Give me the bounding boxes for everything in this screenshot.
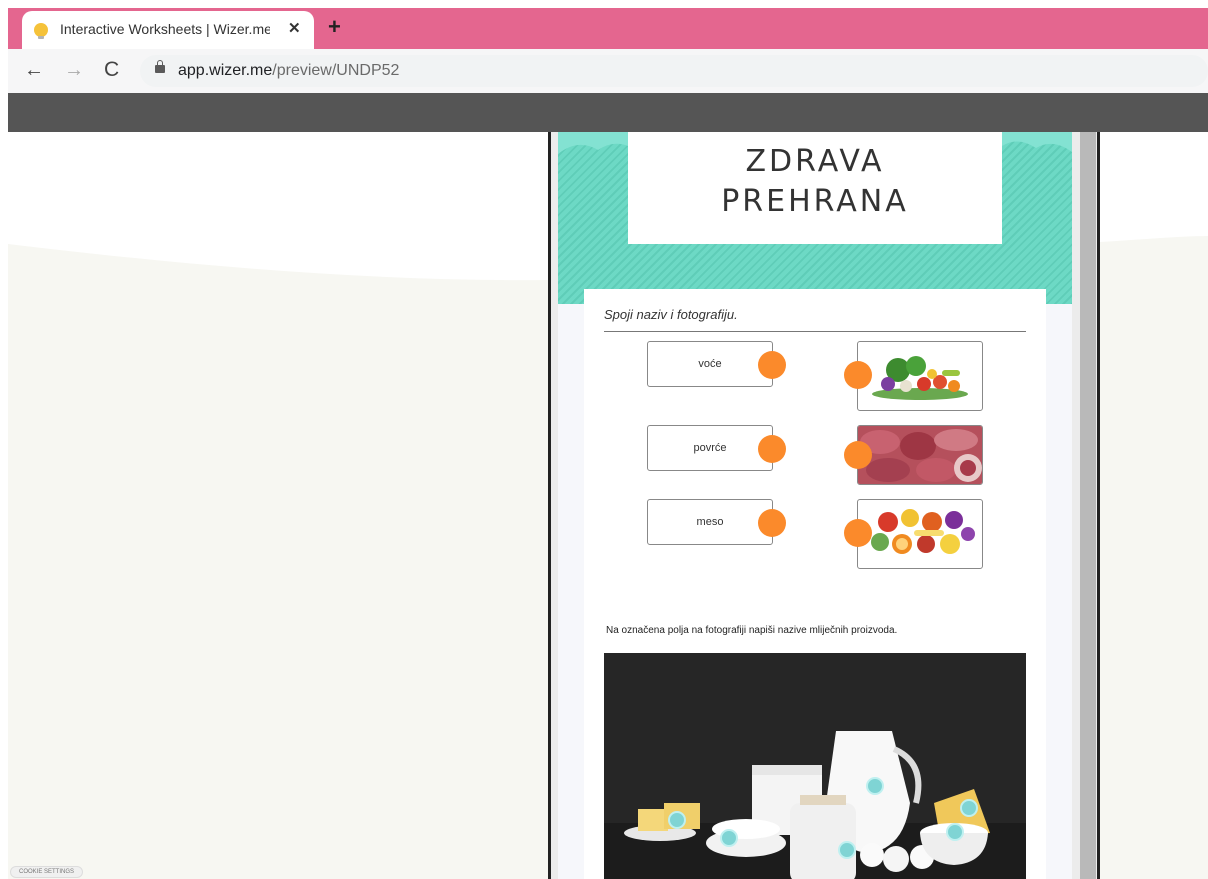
forward-arrow-icon[interactable]: → (64, 59, 84, 81)
fruit-icon (871, 509, 975, 554)
match-word-povrce[interactable]: povrće (647, 425, 773, 471)
meat-icon (858, 426, 982, 484)
label-hotspot[interactable] (838, 841, 856, 859)
lightbulb-icon (34, 23, 48, 39)
close-tab-icon[interactable]: ✕ (288, 19, 301, 37)
vegetables-icon (872, 356, 968, 400)
meat-image[interactable] (857, 425, 983, 485)
label-hotspot[interactable] (960, 799, 978, 817)
label-hotspot[interactable] (866, 777, 884, 795)
label-hotspot[interactable] (720, 829, 738, 847)
label-instruction: Na označena polja na fotografiji napiši … (606, 625, 898, 636)
worksheet-title: ZDRAVA PREHRANA (628, 142, 1002, 222)
match-instruction: Spoji naziv i fotografiju. (604, 307, 738, 322)
tab-strip: Interactive Worksheets | Wizer.me ✕ + (8, 8, 1208, 49)
label-hotspot[interactable] (668, 811, 686, 829)
match-word-voce[interactable]: voće (647, 341, 773, 387)
cookie-settings-button[interactable]: COOKIE SETTINGS (10, 866, 84, 878)
label-hotspot[interactable] (946, 823, 964, 841)
divider (604, 331, 1026, 332)
connector-dot[interactable] (844, 441, 872, 469)
connector-dot[interactable] (758, 435, 786, 463)
title-box: ZDRAVA PREHRANA (628, 132, 1002, 244)
url-text: app.wizer.me/preview/UNDP52 (178, 62, 399, 80)
fruit-image[interactable] (857, 499, 983, 569)
lock-icon (155, 60, 165, 73)
connector-dot[interactable] (844, 519, 872, 547)
navigation-bar: ← → C app.wizer.me/preview/UNDP52 (8, 49, 1208, 93)
match-word-meso[interactable]: meso (647, 499, 773, 545)
reload-icon[interactable]: C (104, 59, 119, 81)
worksheet: ZDRAVA PREHRANA Spoji naziv i fotografij… (558, 132, 1072, 879)
url-path: /preview/UNDP52 (272, 62, 400, 79)
new-tab-button[interactable]: + (328, 15, 341, 39)
title-line-2: PREHRANA (721, 184, 909, 219)
connector-dot[interactable] (758, 351, 786, 379)
dairy-photo-illustration (604, 653, 1026, 879)
header-banner: ZDRAVA PREHRANA (558, 132, 1072, 304)
tab-title: Interactive Worksheets | Wizer.me (60, 21, 270, 37)
address-bar[interactable]: app.wizer.me/preview/UNDP52 (140, 55, 1208, 87)
page-top-bar (8, 93, 1208, 132)
scrollbar[interactable] (1080, 132, 1096, 879)
vegetables-image[interactable] (857, 341, 983, 411)
title-line-1: ZDRAVA (745, 144, 885, 179)
connector-dot[interactable] (758, 509, 786, 537)
worksheet-card: Spoji naziv i fotografiju. voće povrće m… (584, 289, 1046, 879)
connector-dot[interactable] (844, 361, 872, 389)
back-arrow-icon[interactable]: ← (24, 59, 44, 81)
dairy-products-photo (604, 653, 1026, 879)
url-host: app.wizer.me (178, 62, 273, 79)
browser-tab[interactable]: Interactive Worksheets | Wizer.me ✕ (22, 11, 314, 49)
